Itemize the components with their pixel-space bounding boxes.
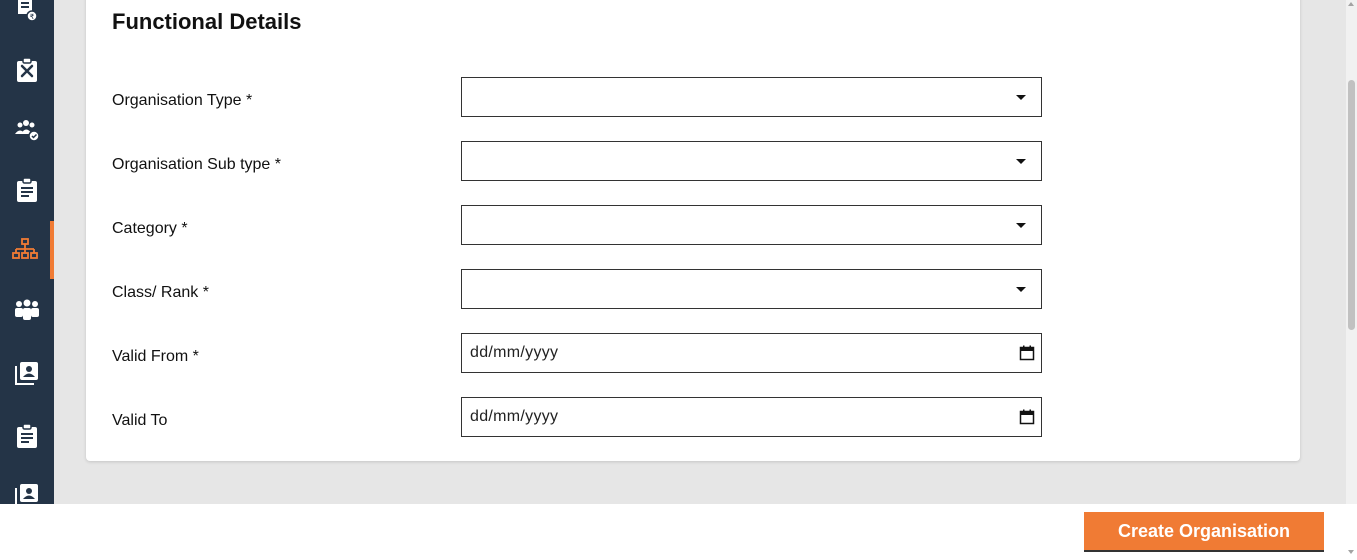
- dropdown-caret-icon: [1016, 223, 1026, 228]
- dropdown-caret-icon: [1016, 287, 1026, 292]
- organisation-type-label: Organisation Type *: [112, 92, 253, 109]
- sidebar-item-organisation[interactable]: [0, 221, 54, 279]
- group-icon: [15, 299, 39, 320]
- invoice-icon: ₹: [18, 0, 38, 22]
- sidebar-item-tools[interactable]: [0, 41, 54, 99]
- sidebar-item-contacts[interactable]: [0, 344, 54, 402]
- organisation-sub-type-select[interactable]: [461, 141, 1042, 181]
- organisation-sub-type-row: Organisation Sub type *: [86, 141, 1300, 181]
- category-select[interactable]: [461, 205, 1042, 245]
- valid-to-label: Valid To: [112, 412, 168, 429]
- sidebar-item-assignment[interactable]: [0, 407, 54, 465]
- dropdown-caret-icon: [1016, 159, 1026, 164]
- category-row: Category *: [86, 205, 1300, 245]
- category-label: Category *: [112, 220, 188, 237]
- valid-from-date-input[interactable]: dd/mm/yyyy: [461, 333, 1042, 373]
- valid-to-placeholder: dd/mm/yyyy: [470, 408, 559, 425]
- scroll-up-arrow-icon[interactable]: [1348, 2, 1354, 6]
- sidebar-item-group[interactable]: [0, 281, 54, 339]
- valid-to-row: Valid To dd/mm/yyyy: [86, 397, 1300, 437]
- assignment-icon: [17, 423, 37, 448]
- class-rank-select[interactable]: [461, 269, 1042, 309]
- main-content: Functional Details Organisation Type * O…: [54, 0, 1346, 504]
- organisation-type-row: Organisation Type *: [86, 77, 1300, 117]
- contact-book-icon: [15, 484, 38, 504]
- class-rank-label: Class/ Rank *: [112, 284, 209, 301]
- class-rank-row: Class/ Rank *: [86, 269, 1300, 309]
- organisation-sub-type-label: Organisation Sub type *: [112, 156, 281, 173]
- calendar-icon[interactable]: [1019, 409, 1035, 425]
- sidebar: ₹: [0, 0, 54, 504]
- create-organisation-button[interactable]: Create Organisation: [1084, 512, 1324, 552]
- dropdown-caret-icon: [1016, 95, 1026, 100]
- sidebar-item-team[interactable]: [0, 101, 54, 159]
- valid-from-placeholder: dd/mm/yyyy: [470, 344, 559, 361]
- scroll-down-arrow-icon[interactable]: [1348, 550, 1354, 554]
- organisation-type-select[interactable]: [461, 77, 1042, 117]
- team-settings-icon: [15, 120, 40, 142]
- svg-text:₹: ₹: [30, 13, 35, 21]
- clipboard-icon: [17, 177, 37, 202]
- scrollbar-thumb[interactable]: [1348, 80, 1355, 330]
- valid-from-row: Valid From * dd/mm/yyyy: [86, 333, 1300, 373]
- footer-bar: Create Organisation: [0, 504, 1357, 560]
- valid-to-date-input[interactable]: dd/mm/yyyy: [461, 397, 1042, 437]
- calendar-icon[interactable]: [1019, 345, 1035, 361]
- tools-clipboard-icon: [17, 57, 37, 82]
- section-title: Functional Details: [112, 9, 302, 34]
- org-chart-icon: [12, 238, 38, 259]
- contact-book-icon: [15, 362, 38, 385]
- vertical-scrollbar[interactable]: [1346, 0, 1357, 504]
- sidebar-item-contacts-2[interactable]: [0, 466, 54, 504]
- functional-details-card: Functional Details Organisation Type * O…: [86, 0, 1300, 461]
- sidebar-item-invoice[interactable]: ₹: [0, 0, 54, 39]
- valid-from-label: Valid From *: [112, 348, 199, 365]
- sidebar-item-clipboard[interactable]: [0, 161, 54, 219]
